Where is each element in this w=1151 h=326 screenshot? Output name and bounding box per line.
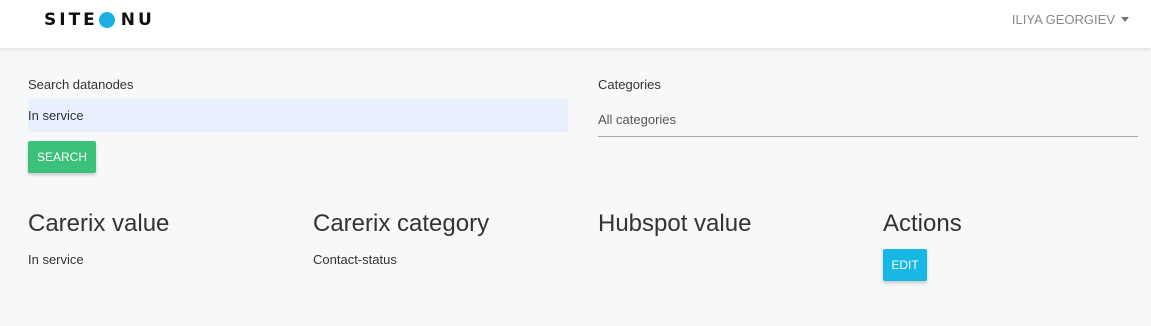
logo-text-right: NU <box>120 10 155 30</box>
categories-select[interactable]: All categories <box>598 104 1138 137</box>
search-label: Search datanodes <box>28 77 134 92</box>
user-name: ILIYA GEORGIEV <box>1011 11 1115 27</box>
site-logo[interactable]: SITE NU <box>44 9 155 31</box>
edit-button[interactable]: EDIT <box>883 249 927 281</box>
top-navbar: SITE NU ILIYA GEORGIEV <box>0 0 1151 48</box>
cell-carerix-value: In service <box>28 252 84 267</box>
cell-carerix-category: Contact-status <box>313 252 397 267</box>
categories-selected-value: All categories <box>598 112 677 127</box>
search-input[interactable] <box>28 99 568 132</box>
column-header-carerix-category: Carerix category <box>313 210 490 237</box>
categories-label: Categories <box>598 77 661 92</box>
column-header-carerix-value: Carerix value <box>28 210 170 237</box>
logo-text-left: SITE <box>44 10 98 30</box>
column-header-actions: Actions <box>883 210 962 237</box>
caret-down-icon <box>1121 16 1129 22</box>
logo-dot-icon <box>98 12 115 28</box>
search-button[interactable]: SEARCH <box>28 141 96 173</box>
column-header-hubspot-value: Hubspot value <box>598 210 752 237</box>
user-menu-toggle[interactable]: ILIYA GEORGIEV <box>1012 10 1129 28</box>
